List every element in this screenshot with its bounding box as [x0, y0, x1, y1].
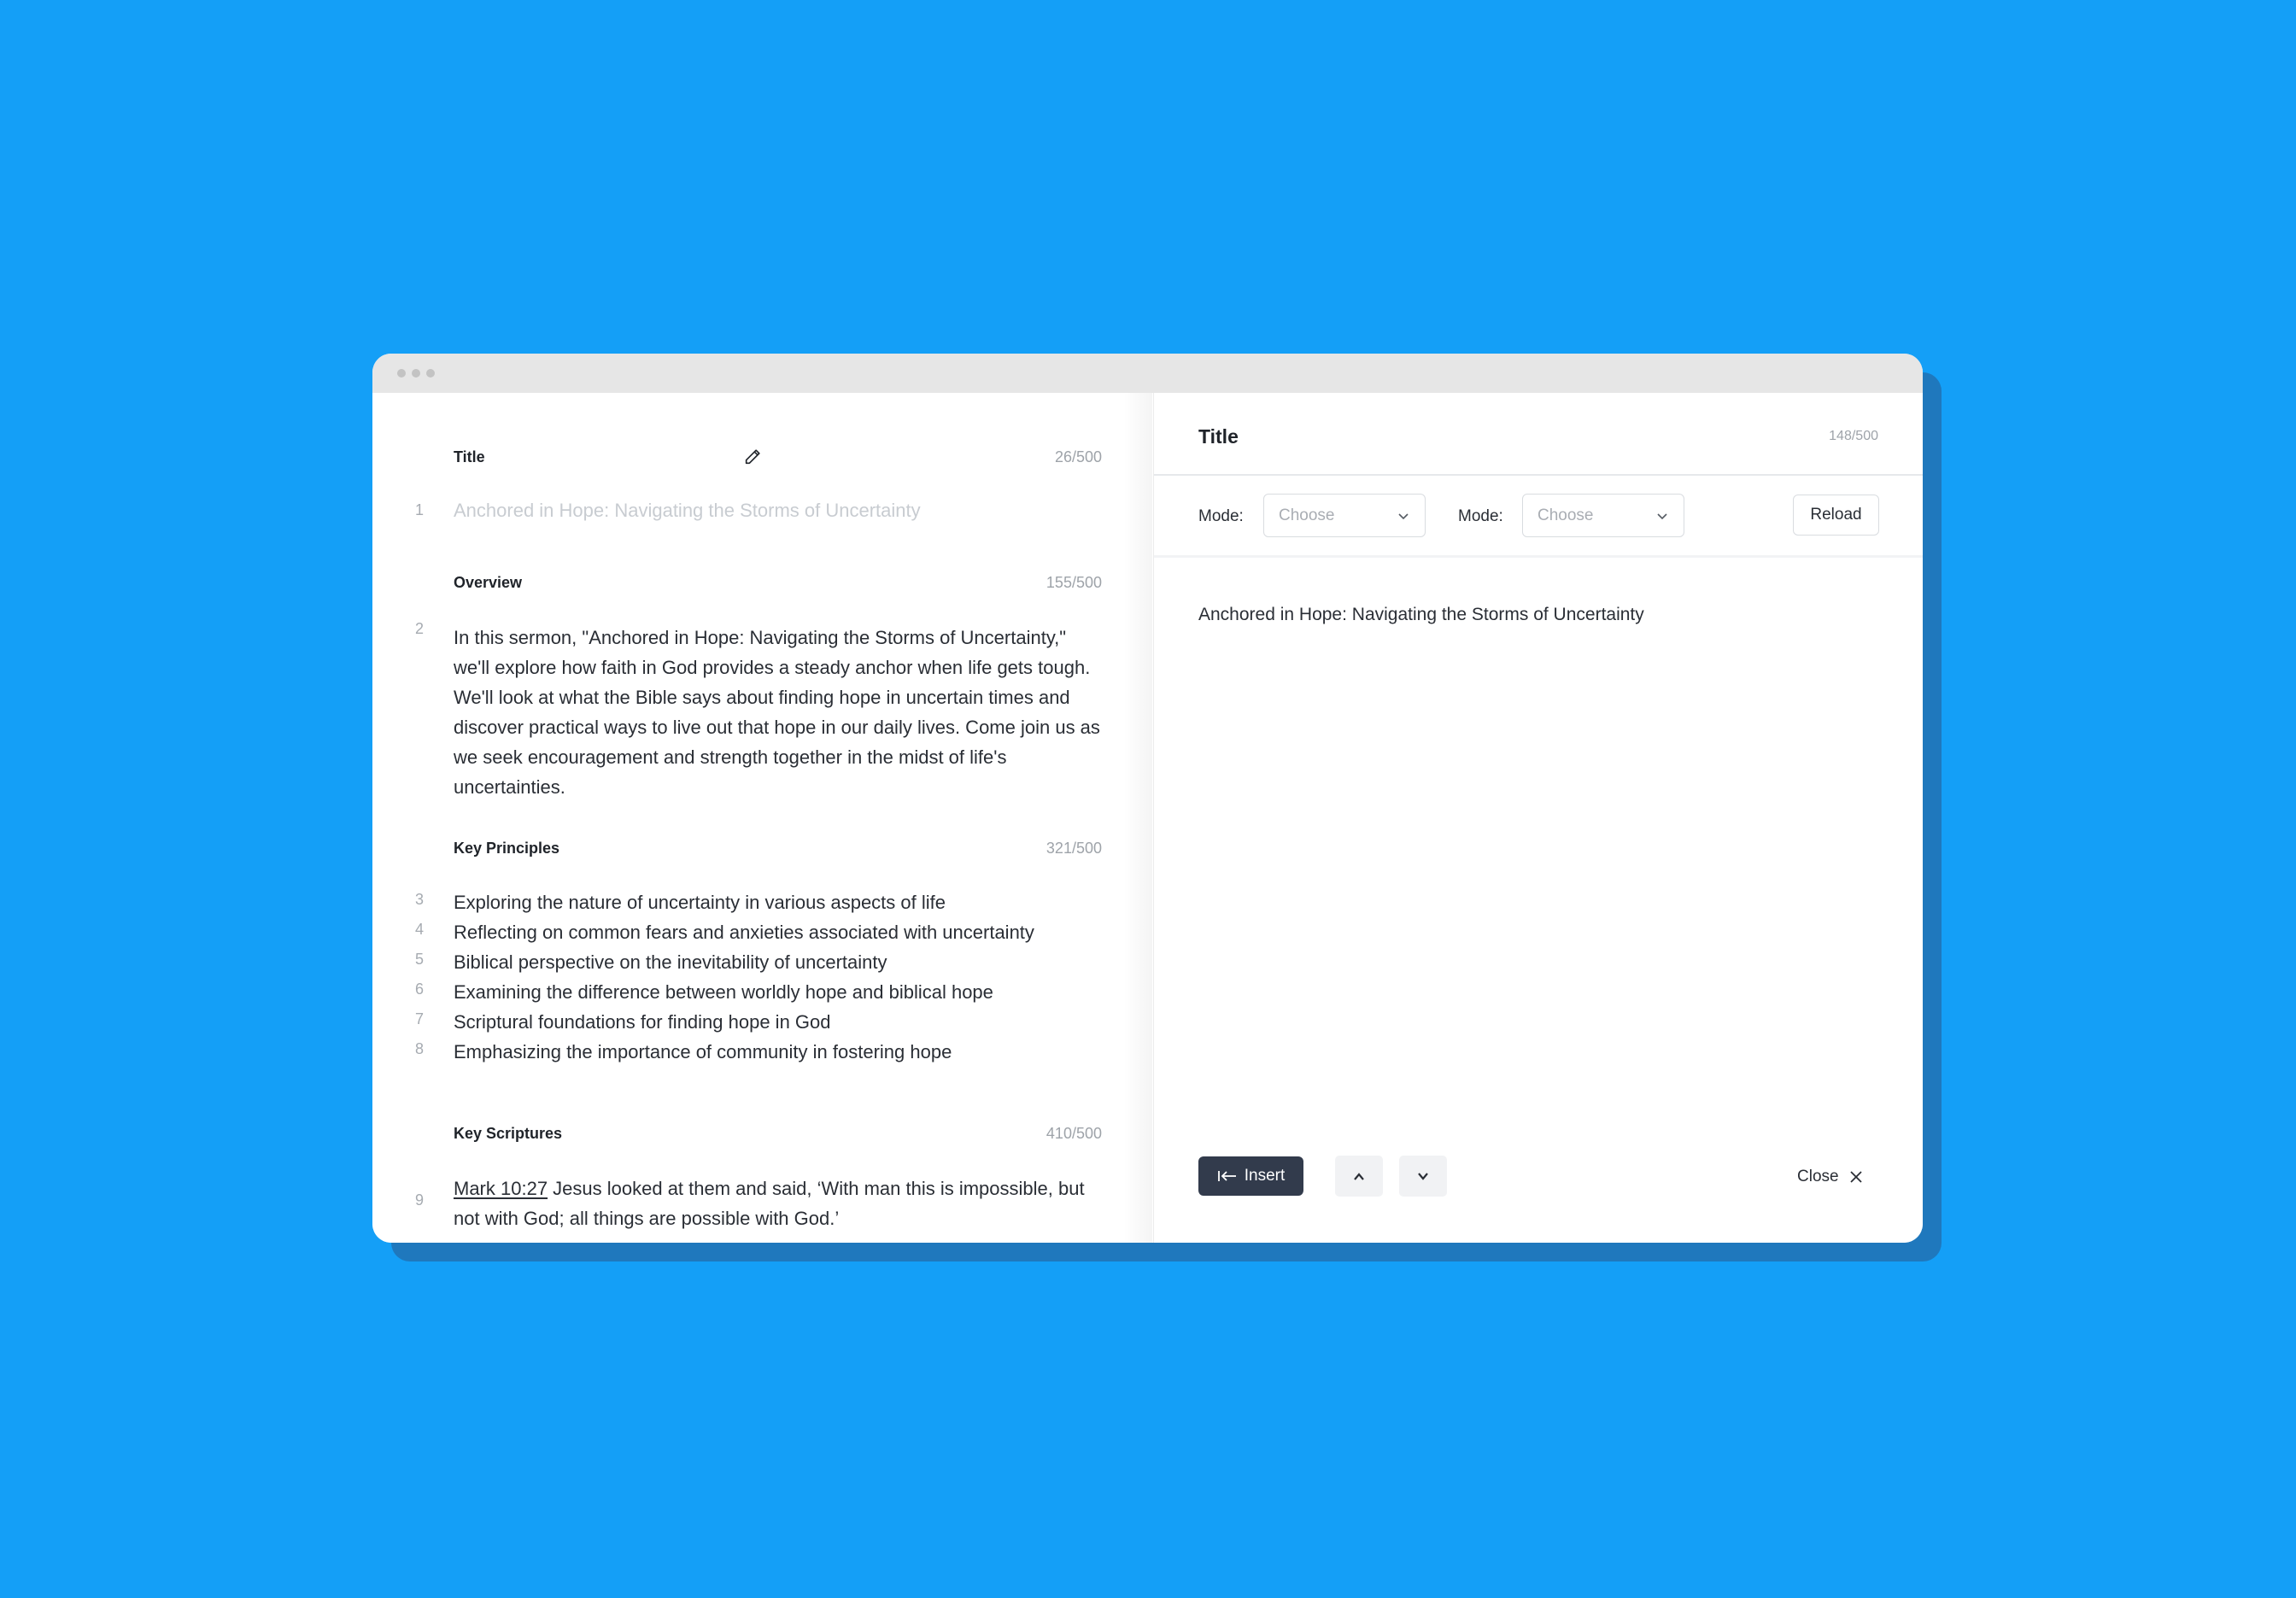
- scripture-reference-link[interactable]: Mark 10:27: [454, 1178, 548, 1199]
- preview-content: Anchored in Hope: Navigating the Storms …: [1198, 605, 1644, 624]
- section-label-key-principles: Key Principles: [454, 839, 560, 857]
- chevron-up-icon: [1354, 1172, 1364, 1180]
- line-number: 9: [414, 1191, 424, 1209]
- principle-item[interactable]: Exploring the nature of uncertainty in v…: [454, 887, 1104, 917]
- window-dot-icon[interactable]: [426, 369, 435, 378]
- insert-left-arrow-icon: [1217, 1171, 1236, 1181]
- line-number: 6: [414, 980, 424, 998]
- char-counter: 26/500: [1054, 448, 1102, 465]
- mode-label: Mode:: [1198, 507, 1244, 525]
- line-number: 3: [414, 891, 424, 908]
- mode-dropdown-1[interactable]: Choose: [1263, 494, 1426, 537]
- overview-paragraph[interactable]: In this sermon, "Anchored in Hope: Navig…: [454, 623, 1104, 802]
- line-number: 7: [414, 1010, 424, 1027]
- line-number: 2: [414, 620, 424, 637]
- app-window: Title 26/500 1 Anchored in Hope: Navigat…: [372, 354, 1923, 1243]
- pencil-icon[interactable]: [743, 448, 762, 466]
- window-dot-icon[interactable]: [397, 369, 406, 378]
- close-icon: [1849, 1171, 1862, 1183]
- principle-item[interactable]: Biblical perspective on the inevitabilit…: [454, 947, 1104, 977]
- mode-dropdown-2[interactable]: Choose: [1522, 494, 1684, 537]
- title-section-header: Title 26/500: [454, 444, 1102, 470]
- close-label: Close: [1797, 1168, 1839, 1185]
- move-down-button[interactable]: [1399, 1156, 1447, 1197]
- line-number: 1: [414, 501, 424, 518]
- principle-item[interactable]: Emphasizing the importance of community …: [454, 1037, 1104, 1067]
- mode-label: Mode:: [1458, 507, 1503, 525]
- dropdown-placeholder: Choose: [1538, 506, 1594, 524]
- window-titlebar: [372, 354, 1923, 393]
- char-counter: 321/500: [1046, 839, 1102, 857]
- scripture-entry[interactable]: Mark 10:27 Jesus looked at them and said…: [454, 1174, 1104, 1233]
- overview-section-header: Overview 155/500: [454, 570, 1102, 595]
- window-dot-icon[interactable]: [412, 369, 420, 378]
- char-counter: 410/500: [1046, 1124, 1102, 1142]
- section-label-title: Title: [454, 448, 485, 465]
- key-principles-section-header: Key Principles 321/500: [454, 835, 1102, 861]
- dropdown-placeholder: Choose: [1279, 506, 1335, 524]
- preview-header: Title 148/500: [1198, 424, 1878, 449]
- section-label-key-scriptures: Key Scriptures: [454, 1124, 563, 1142]
- principle-item[interactable]: Examining the difference between worldly…: [454, 977, 1104, 1007]
- line-number: 5: [414, 951, 424, 968]
- reload-button[interactable]: Reload: [1793, 495, 1879, 536]
- char-counter: 148/500: [1829, 429, 1878, 443]
- chevron-down-icon: [1418, 1172, 1428, 1180]
- preview-title: Title: [1198, 424, 1239, 448]
- insert-label: Insert: [1244, 1167, 1286, 1185]
- line-number: 8: [414, 1040, 424, 1057]
- title-text-line[interactable]: Anchored in Hope: Navigating the Storms …: [454, 495, 1104, 525]
- editor-panel: Title 26/500 1 Anchored in Hope: Navigat…: [372, 393, 1152, 1243]
- line-number: 4: [414, 921, 424, 938]
- principle-item[interactable]: Scriptural foundations for finding hope …: [454, 1007, 1104, 1037]
- divider: [1154, 474, 1923, 476]
- chevron-down-icon: [1657, 512, 1667, 519]
- chevron-down-icon: [1398, 512, 1409, 519]
- insert-button[interactable]: Insert: [1198, 1156, 1303, 1196]
- key-scriptures-section-header: Key Scriptures 410/500: [454, 1121, 1102, 1146]
- principle-item[interactable]: Reflecting on common fears and anxieties…: [454, 917, 1104, 947]
- move-up-button[interactable]: [1335, 1156, 1383, 1197]
- section-label-overview: Overview: [454, 573, 523, 591]
- close-button[interactable]: Close: [1797, 1164, 1863, 1190]
- preview-panel: Title 148/500 Mode: Choose Mode: Choose …: [1153, 393, 1923, 1243]
- char-counter: 155/500: [1046, 573, 1102, 591]
- scripture-text: Jesus looked at them and said, ‘With man…: [454, 1178, 1085, 1229]
- divider: [1154, 555, 1923, 558]
